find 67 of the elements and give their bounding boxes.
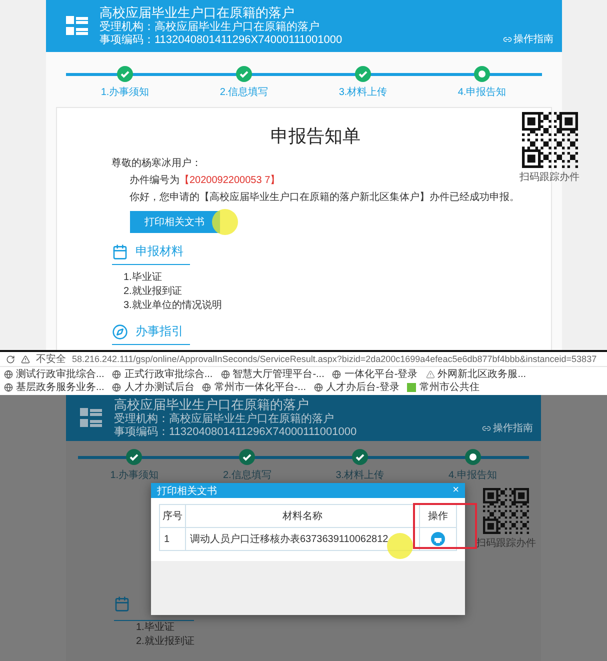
- print-icon[interactable]: [431, 532, 445, 546]
- bookmark[interactable]: 人才办测试后台: [112, 381, 194, 394]
- step-label: 3.材料上传: [338, 86, 388, 99]
- highlight-frame: [413, 503, 477, 549]
- bookmark[interactable]: 常州市公共住: [407, 381, 480, 394]
- step-label: 4.申报告知: [448, 468, 497, 482]
- bookmark[interactable]: 基层政务服务业务...: [4, 381, 104, 394]
- triangle-icon: [426, 370, 435, 379]
- step-label: 3.材料上传: [336, 468, 384, 482]
- bookmark[interactable]: 常州市一体化平台-...: [202, 381, 306, 394]
- material-item: 1.毕业证: [122, 271, 163, 285]
- qr-code: [483, 488, 529, 534]
- item-code: 事项编码：1132040801411296X74000111001000: [114, 426, 358, 439]
- greeting-text: 尊敬的杨寒冰用户：: [112, 156, 202, 170]
- globe-icon: [220, 370, 230, 379]
- section-heading: 申报材料: [136, 243, 184, 260]
- globe-icon: [4, 383, 13, 392]
- material-item: 2.就业报到证: [135, 634, 196, 648]
- item-title: 高校应届毕业生户口在原籍的落户: [100, 5, 296, 20]
- address-field[interactable]: 58.216.242.111/gsp/online/ApprovalInSeconds/ServiceResult.aspx?bizid=2da200c1699a4efeac5e6db877bf4bbb&instanceid=53837: [72, 354, 597, 364]
- reload-icon[interactable]: [6, 354, 15, 364]
- calendar-icon: [114, 596, 130, 612]
- globe-icon: [202, 383, 212, 392]
- material-item: 2.就业报到证: [122, 285, 183, 299]
- section-heading: 办事指引: [136, 323, 184, 340]
- case-number-label: 办件编号为: [130, 175, 180, 186]
- square-icon: [407, 383, 416, 392]
- material-item: 3.就业单位的情况说明: [122, 299, 223, 313]
- link-icon: [482, 424, 491, 432]
- globe-icon: [4, 370, 13, 379]
- warning-icon: [21, 354, 30, 364]
- step-label: 1.办事须知: [110, 468, 159, 482]
- table-cell: 1: [160, 528, 186, 551]
- bookmark[interactable]: 正式行政审批综合...: [112, 368, 213, 381]
- globe-icon: [112, 383, 122, 392]
- compass-icon: [112, 324, 128, 340]
- globe-icon: [314, 383, 324, 392]
- step-label: 4.申报告知: [458, 86, 506, 99]
- bookmark[interactable]: 外网新北区政务服...: [426, 368, 526, 381]
- step-label: 2.信息填写: [222, 468, 272, 482]
- material-item: 1.毕业证: [135, 621, 176, 634]
- column-header: 序号: [160, 505, 186, 528]
- guide-link[interactable]: 操作指南: [482, 421, 533, 435]
- step-label: 1.办事须知: [100, 86, 150, 99]
- globe-icon: [332, 370, 342, 379]
- bookmark[interactable]: 测试行政审批综合...: [4, 368, 104, 381]
- security-label: 不安全: [36, 352, 66, 366]
- link-icon: [502, 34, 512, 44]
- success-message: 你好，您申请的【高校应届毕业生户口在原籍的落户新北区集体户】办件已经成功申报。: [128, 190, 520, 204]
- grid-icon: [80, 408, 102, 428]
- bookmark[interactable]: 人才办后台-登录: [314, 381, 400, 394]
- cursor-highlight: [212, 209, 238, 235]
- item-code: 事项编码：1132040801411296X74000111001000: [100, 34, 344, 47]
- notice-title: 申报告知单: [270, 125, 362, 148]
- item-title: 高校应届毕业生户口在原籍的落户: [114, 397, 310, 412]
- qr-caption: 扫码跟踪办件: [520, 170, 580, 184]
- dialog-title: 打印相关文书: [157, 484, 217, 498]
- grid-icon: [66, 16, 88, 36]
- bookmark[interactable]: 一体化平台-登录: [332, 368, 418, 381]
- agency-text: 受理机构：高校应届毕业生户口在原籍的落户: [114, 412, 335, 426]
- bookmark[interactable]: 智慧大厅管理平台-...: [220, 368, 324, 381]
- case-number: 【2020092200053 7】: [180, 175, 280, 186]
- calendar-icon: [112, 244, 128, 260]
- qr-code: [522, 112, 578, 168]
- globe-icon: [112, 370, 122, 379]
- agency-text: 受理机构：高校应届毕业生户口在原籍的落户: [100, 20, 320, 34]
- step-label: 2.信息填写: [220, 86, 268, 99]
